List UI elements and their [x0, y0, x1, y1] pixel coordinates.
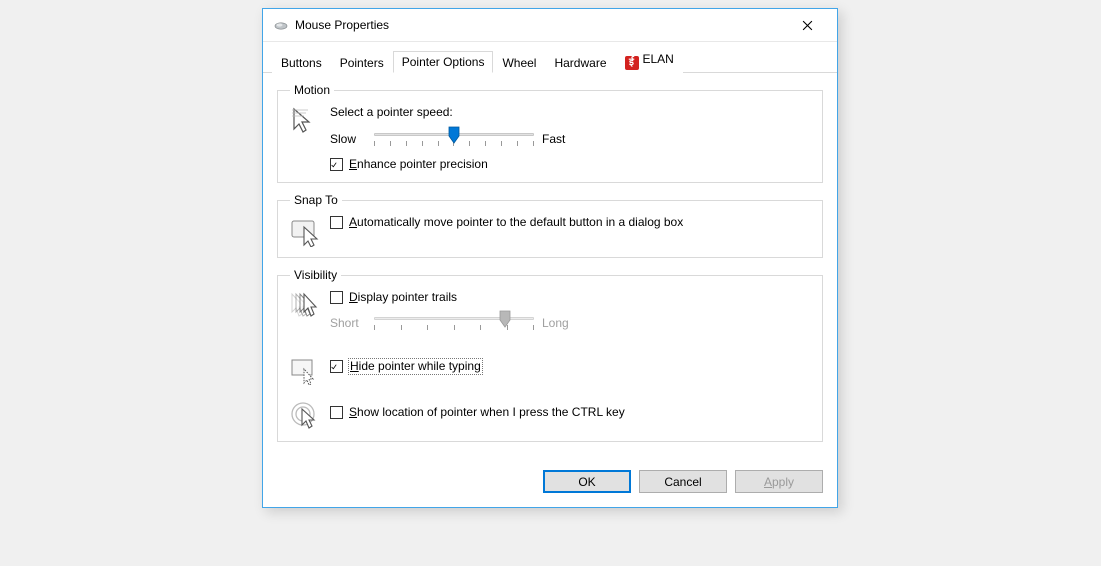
show-location-ctrl-checkbox[interactable] — [330, 406, 343, 419]
tab-pointer-options[interactable]: Pointer Options — [393, 51, 494, 73]
tab-elan[interactable]: ई ELAN — [616, 48, 683, 73]
tab-buttons[interactable]: Buttons — [272, 52, 331, 73]
display-trails-checkbox[interactable] — [330, 291, 343, 304]
snap-to-checkbox[interactable] — [330, 216, 343, 229]
tab-wheel[interactable]: Wheel — [493, 52, 545, 73]
close-button[interactable] — [785, 11, 829, 39]
group-visibility: Visibility Display pointer trails — [277, 268, 823, 442]
enhance-precision-checkbox[interactable] — [330, 158, 343, 171]
group-snap-legend: Snap To — [290, 193, 342, 207]
group-snap-to: Snap To Automatically move pointer to th… — [277, 193, 823, 258]
hide-while-typing-checkbox[interactable] — [330, 360, 343, 373]
ok-button[interactable]: OK — [543, 470, 631, 493]
apply-button[interactable]: Apply — [735, 470, 823, 493]
trails-slider — [374, 311, 534, 335]
pointer-speed-thumb[interactable] — [448, 126, 460, 144]
elan-icon: ई — [625, 56, 639, 70]
long-label: Long — [542, 316, 578, 330]
titlebar: Mouse Properties — [263, 9, 837, 41]
tab-pointers[interactable]: Pointers — [331, 52, 393, 73]
group-motion-legend: Motion — [290, 83, 334, 97]
short-label: Short — [330, 316, 366, 330]
window-title: Mouse Properties — [295, 18, 389, 32]
trails-thumb — [499, 310, 511, 328]
motion-cursor-icon — [290, 105, 330, 137]
close-icon — [802, 20, 813, 31]
slow-label: Slow — [330, 132, 366, 146]
group-visibility-legend: Visibility — [290, 268, 341, 282]
group-motion: Motion Select a pointer speed: Slow — [277, 83, 823, 183]
enhance-precision-label: Enhance pointer precision — [349, 157, 488, 172]
snap-to-label: Automatically move pointer to the defaul… — [349, 215, 683, 230]
tabbar: Buttons Pointers Pointer Options Wheel H… — [263, 49, 837, 73]
trails-icon — [290, 290, 330, 320]
cancel-button[interactable]: Cancel — [639, 470, 727, 493]
hide-typing-icon — [290, 355, 330, 385]
fast-label: Fast — [542, 132, 578, 146]
pointer-speed-label: Select a pointer speed: — [330, 105, 810, 119]
dialog-buttons: OK Cancel Apply — [263, 460, 837, 507]
pointer-speed-slider[interactable] — [374, 127, 534, 151]
mouse-icon — [273, 17, 289, 33]
ctrl-locate-icon — [290, 399, 330, 431]
show-location-ctrl-label: Show location of pointer when I press th… — [349, 405, 625, 420]
mouse-properties-dialog: Mouse Properties Buttons Pointers Pointe… — [262, 8, 838, 508]
tab-elan-label: ELAN — [643, 52, 674, 66]
snap-to-icon — [290, 215, 330, 247]
hide-while-typing-label: Hide pointer while typing — [349, 359, 482, 374]
display-trails-label: Display pointer trails — [349, 290, 457, 305]
tab-hardware[interactable]: Hardware — [545, 52, 615, 73]
dialog-content: Motion Select a pointer speed: Slow — [263, 73, 837, 460]
tab-container: Buttons Pointers Pointer Options Wheel H… — [263, 41, 837, 73]
